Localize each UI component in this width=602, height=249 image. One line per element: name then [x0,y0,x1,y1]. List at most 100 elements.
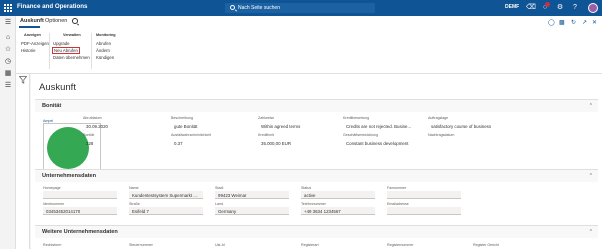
chevron-up-icon[interactable]: ⌃ [589,103,593,109]
name-field[interactable]: Kundentestsystem Supermarkt ... [129,191,203,199]
group-divider [91,33,92,69]
top-bar: Finance and Operations Nach Seite suchen… [0,0,602,16]
modules-icon[interactable]: ☰ [3,81,13,91]
workspaces-icon[interactable]: ▦ [3,69,13,79]
section-unternehmensdaten: Unternehmensdaten ⌃ Homepage Identnummer… [35,169,598,225]
star-icon[interactable]: ☆ [3,45,13,55]
ausfallwahrscheinlichkeit-label: Ausfallwahrscheinlichkeit [171,133,211,137]
section-bonitaet: Bonität ⌃ Ampel Abrufdatum 30.09.2020 Bo… [35,99,598,173]
name-label: Name [129,186,139,190]
register-gericht-label: Register Gericht [473,243,499,247]
avatar[interactable] [588,3,598,13]
kreditbewertung-label: Kreditbewertung [343,116,370,120]
tab-auskunft[interactable]: Auskunft [20,18,44,24]
section-title: Weitere Unternehmensdaten [42,229,118,235]
action-pane: Auskunft Optionen ◯ ▩ ↻ ↗ ✕ Anzeigen PDF… [16,16,602,74]
refresh-icon[interactable]: ↻ [571,19,576,26]
ampel-frame [43,123,101,173]
geschaeftsentwicklung-value: Constant business development [346,141,409,146]
geschaeftsentwicklung-label: Geschäftsentwicklung [343,133,378,137]
daten-uebernehmen-button[interactable]: Daten übernehmen [53,55,90,60]
chevron-up-icon[interactable]: ⌃ [589,229,593,235]
notifications-icon[interactable]: ○ [540,2,550,13]
steuernummer-label: Steuernummer [129,243,153,247]
neu-abrufen-button[interactable]: Neu Abrufen [52,47,80,54]
app-title[interactable]: Finance and Operations [17,3,87,10]
section-weitere-unternehmensdaten: Weitere Unternehmensdaten ⌃ Rechtsform S… [35,225,598,249]
left-navigation: ☰ ⌂ ☆ ◷ ▦ ☰ [0,16,16,249]
section-title: Bonität [42,103,62,109]
abrufdatum-label: Abrufdatum [83,116,102,120]
help-icon[interactable]: ? [570,3,580,13]
nachtragsdatum-label: Nachtragsdatum [428,133,455,137]
email-field[interactable] [387,207,461,215]
fax-field[interactable] [387,191,461,199]
land-label: Land [215,202,223,206]
telefon-field[interactable]: +49 3634 1234567 [301,207,375,215]
company-picker[interactable]: DEMF [505,4,519,10]
rechtsform-label: Rechtsform [43,243,62,247]
action-search-icon[interactable] [72,18,78,24]
kreditbewertung-value: Credits are not rejected. Busine... [346,124,412,129]
status-label: Status [301,186,312,190]
hamburger-icon[interactable]: ☰ [3,18,13,28]
registernummer-label: Registernummer [387,243,414,247]
chevron-up-icon[interactable]: ⌃ [589,173,593,179]
close-icon[interactable]: ✕ [592,19,597,26]
zahlweise-label: Zahlweise [258,116,275,120]
abrufen-button[interactable]: Abrufen [96,41,111,46]
identnummer-label: Identnummer [43,202,65,206]
attach-icon[interactable]: ◯ [548,19,555,26]
land-field[interactable]: Germany [215,207,289,215]
kreditlimit-label: Kreditlimit [258,133,274,137]
gear-icon[interactable]: ⚙ [555,3,565,13]
bell-icon[interactable]: ⌫ [526,3,536,13]
identnummer-field[interactable]: 03453452014170 [43,207,117,215]
beschreibung-label: Beschreibung [171,116,193,120]
kuendigen-button[interactable]: Kündigen [96,55,114,60]
homepage-field[interactable] [43,191,117,199]
stadt-label: Stadt [215,186,224,190]
bonitaet-label: Bonität [83,133,95,137]
search-placeholder: Nach Seite suchen [238,5,280,11]
main-content: Auskunft Bonität ⌃ Ampel Abrufdatum 30.0… [31,74,602,249]
auftragslage-value: satisfactory course of business [431,124,492,129]
auftragslage-label: Auftragslage [428,116,449,120]
group-anzeigen-title: Anzeigen [24,33,41,37]
section-header-unternehmensdaten[interactable]: Unternehmensdaten ⌃ [35,170,598,182]
app-launcher-icon[interactable] [4,4,12,12]
strasse-field[interactable]: Esifeld 7 [129,207,203,215]
pdf-anzeigen-button[interactable]: PDF-Anzeigen [21,41,49,46]
group-verwalten-title: Verwalten [63,33,81,37]
homepage-label: Homepage [43,186,61,190]
group-divider [49,33,50,69]
abrufdatum-value: 30.09.2020 [86,124,108,129]
kreditlimit-value: 35.000,00 EUR [261,141,292,146]
section-header-weitere[interactable]: Weitere Unternehmensdaten ⌃ [35,226,598,238]
filter-pane [16,74,30,249]
global-search-input[interactable]: Nach Seite suchen [225,3,375,13]
historie-button[interactable]: Historie [21,48,36,53]
page-title: Auskunft [39,82,76,93]
section-title: Unternehmensdaten [42,173,97,179]
clock-icon[interactable]: ◷ [3,57,13,67]
email-label: Emailadresse [387,202,409,206]
status-field[interactable]: active [301,191,375,199]
home-icon[interactable]: ⌂ [3,33,13,43]
upgrade-button[interactable]: Upgrade [53,41,69,46]
telefon-label: Telefonnummer [301,202,326,206]
stadt-field[interactable]: 99423 Weimar [215,191,289,199]
bonitaet-value: 228 [86,141,94,146]
section-header-bonitaet[interactable]: Bonität ⌃ [35,100,598,112]
group-monitoring-title: Monitoring [96,33,116,37]
filter-icon[interactable] [19,76,27,84]
search-icon [230,5,235,10]
zahlweise-value: Within agreed terms [261,124,301,129]
ust-id-label: Ust-Id [215,243,225,247]
active-tab-indicator [19,26,40,28]
fax-label: Faxnummer [387,186,407,190]
office-icon[interactable]: ▩ [559,19,565,26]
popout-icon[interactable]: ↗ [582,19,587,26]
tab-optionen[interactable]: Optionen [45,18,67,24]
aendern-button[interactable]: Ändern [96,48,110,53]
